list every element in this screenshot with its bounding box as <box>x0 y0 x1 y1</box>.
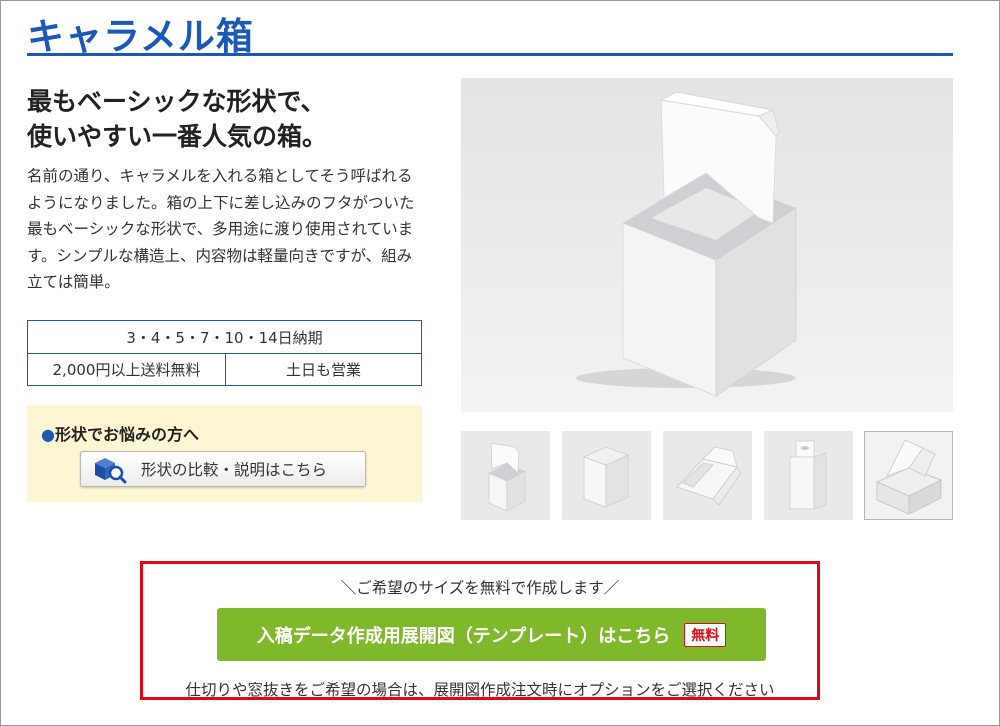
open-box-illustration <box>576 91 797 397</box>
box-search-icon <box>95 458 127 484</box>
shape-compare-button[interactable]: 形状の比較・説明はこちら <box>80 451 366 487</box>
shape-compare-label: 形状の比較・説明はこちら <box>141 461 328 479</box>
hanger-box-thumb <box>789 440 827 510</box>
product-headline: 最もベーシックな形状で、 使いやすい一番人気の箱。 <box>27 84 327 154</box>
template-button-label: 入稿データ作成用展開図（テンプレート）はこちら <box>256 625 671 647</box>
product-description: 名前の通り、キャラメルを入れる箱としてそう呼ばれるようになりました。箱の上下に差… <box>27 167 415 291</box>
title-divider <box>27 53 953 56</box>
thumbnail-hanger-box[interactable] <box>764 431 853 520</box>
thumbnail-closed-box[interactable] <box>562 431 651 520</box>
delivery-days-cell: 3・4・5・7・10・14日納期 <box>28 321 421 354</box>
template-download-button[interactable]: 入稿データ作成用展開図（テンプレート）はこちら 無料 <box>217 608 766 661</box>
option-note: 仕切りや窓抜きをご希望の場合は、展開図作成注文時にオプションをご選択ください <box>185 681 775 699</box>
shape-help-text: 形状でお悩みの方へ <box>54 425 199 444</box>
thumbnail-flat-box[interactable] <box>663 431 752 520</box>
main-product-image <box>461 78 953 412</box>
stacked-box-thumb <box>875 439 943 515</box>
free-size-note: ＼ご希望のサイズを無料で作成します／ <box>340 579 620 597</box>
shape-help-panel: ●形状でお悩みの方へ 形状の比較・説明はこちら <box>27 405 422 502</box>
shape-help-label: ●形状でお悩みの方へ <box>41 421 199 445</box>
free-badge: 無料 <box>684 622 727 647</box>
closed-box-thumb <box>582 446 630 508</box>
flat-box-thumb <box>676 446 742 506</box>
template-cta-box: ＼ご希望のサイズを無料で作成します／ 入稿データ作成用展開図（テンプレート）はこ… <box>140 561 820 700</box>
bullet-dot: ● <box>41 425 55 444</box>
page-title: キャラメル箱 <box>27 15 254 58</box>
open-box-thumb <box>488 442 526 512</box>
headline-line-1: 最もベーシックな形状で、 <box>27 87 326 116</box>
service-info-table: 3・4・5・7・10・14日納期 2,000円以上送料無料 土日も営業 <box>27 320 422 386</box>
free-shipping-cell: 2,000円以上送料無料 <box>28 354 226 385</box>
headline-line-2: 使いやすい一番人気の箱。 <box>27 122 328 151</box>
weekend-open-cell: 土日も営業 <box>285 361 361 379</box>
thumbnail-open-box[interactable] <box>461 431 550 520</box>
thumbnail-stacked-box[interactable] <box>864 431 953 520</box>
